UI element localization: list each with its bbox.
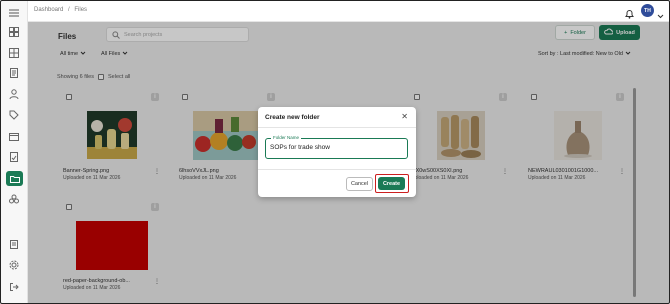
window-frame (0, 0, 670, 304)
